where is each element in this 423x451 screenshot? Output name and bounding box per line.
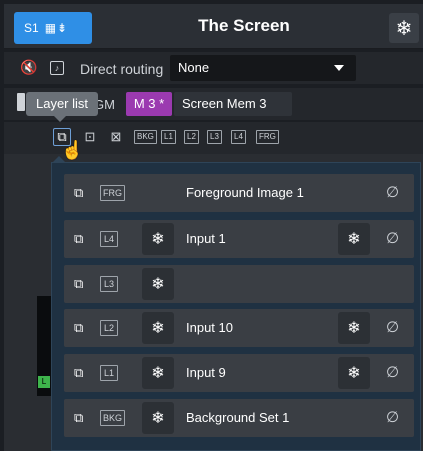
tooltip-arrow [54,116,66,122]
layer-row-l4[interactable]: ⧉ L4 ❄ Input 1 ❄ ∅ [64,220,414,258]
layer-row-l3[interactable]: ⧉ L3 ❄ [64,265,414,303]
clear-source-icon[interactable]: ∅ [386,408,399,426]
snowflake-icon: ❄ [151,320,165,337]
snowflake-icon: ❄ [347,320,361,337]
freeze-source-button[interactable]: ❄ [338,312,370,344]
direct-routing-label: Direct routing [80,61,164,77]
snowflake-icon: ❄ [151,410,165,427]
mute-icon[interactable]: 🔇 [20,59,37,76]
hand-cursor-icon: ☝ [61,140,84,160]
memory-name-field[interactable]: Screen Mem 3 [174,92,292,116]
screen-label: S1 [24,21,39,35]
layer-chip-l1[interactable]: L1 [161,130,176,144]
screen-layout-icon: ▦⇟ [44,21,69,35]
layer-source-name: Input 9 [186,365,226,380]
screen-title: The Screen [198,16,290,35]
snowflake-icon: ❄ [151,231,165,248]
live-indicator: L [38,376,50,388]
select-box-icon: ⊡ [84,129,96,144]
layer-chip-l3[interactable]: L3 [207,130,222,144]
memory-row-handle [17,93,25,111]
layer-chip: L2 [100,320,118,336]
direct-routing-checkbox[interactable]: ♪ [50,61,64,75]
layer-chip-frg[interactable]: FRG [256,130,279,144]
layer-chip: L3 [100,276,118,292]
layer-chip: L4 [100,231,118,247]
snowflake-icon: ❄ [395,17,413,40]
chevron-down-icon [334,65,344,71]
clear-source-icon[interactable]: ∅ [386,363,399,381]
clear-source-icon[interactable]: ∅ [386,229,399,247]
layers-icon: ⧉ [74,276,84,291]
layer-source-name: Input 1 [186,231,226,246]
freeze-layer-button[interactable]: ❄ [142,268,174,300]
layer-row-bkg[interactable]: ⧉ BKG ❄ Background Set 1 ∅ [64,399,414,437]
layers-icon: ⧉ [74,410,84,425]
layer-chip: L1 [100,365,118,381]
routing-row: 🔇 ♪ Direct routing None [4,52,423,84]
freeze-source-button[interactable]: ❄ [338,223,370,255]
clear-source-icon[interactable]: ∅ [386,183,399,201]
layers-icon: ⧉ [74,365,84,380]
snowflake-icon: ❄ [347,365,361,382]
layer-row-frg[interactable]: ⧉ FRG Foreground Image 1 ∅ [64,174,414,212]
layer-chip: FRG [100,185,125,201]
layers-icon: ⧉ [74,185,84,200]
layers-icon: ⧉ [74,231,84,246]
layers-icon: ⧉ [74,320,84,335]
clear-box-icon: ⊠ [110,129,122,144]
select-layers-button[interactable]: ⊡ [81,128,99,146]
layer-chip-l4[interactable]: L4 [231,130,246,144]
layer-chip-bkg[interactable]: BKG [134,130,157,144]
direct-routing-select[interactable]: None [170,55,356,81]
layer-row-l2[interactable]: ⧉ L2 ❄ Input 10 ❄ ∅ [64,309,414,347]
freeze-screen-button[interactable]: ❄ [389,13,419,43]
clear-source-icon[interactable]: ∅ [386,318,399,336]
freeze-layer-button[interactable]: ❄ [142,357,174,389]
layer-list-tooltip: Layer list [26,92,98,116]
layer-chip: BKG [100,410,126,426]
layer-chip-l2[interactable]: L2 [184,130,199,144]
freeze-layer-button[interactable]: ❄ [142,402,174,434]
snowflake-icon: ❄ [151,365,165,382]
clear-layers-button[interactable]: ⊠ [107,128,125,146]
memory-badge[interactable]: M 3 * [126,92,172,116]
layer-source-name: Background Set 1 [186,410,290,425]
freeze-source-button[interactable]: ❄ [338,357,370,389]
layer-source-name: Foreground Image 1 [186,185,304,200]
screen-selector-button[interactable]: S1 ▦⇟ [14,12,92,44]
freeze-layer-button[interactable]: ❄ [142,312,174,344]
layer-source-name: Input 10 [186,320,233,335]
snowflake-icon: ❄ [347,231,361,248]
layer-row-l1[interactable]: ⧉ L1 ❄ Input 9 ❄ ∅ [64,354,414,392]
snowflake-icon: ❄ [151,276,165,293]
screen-header: S1 ▦⇟ The Screen ❄ [4,4,423,49]
freeze-layer-button[interactable]: ❄ [142,223,174,255]
direct-routing-value: None [178,60,210,75]
